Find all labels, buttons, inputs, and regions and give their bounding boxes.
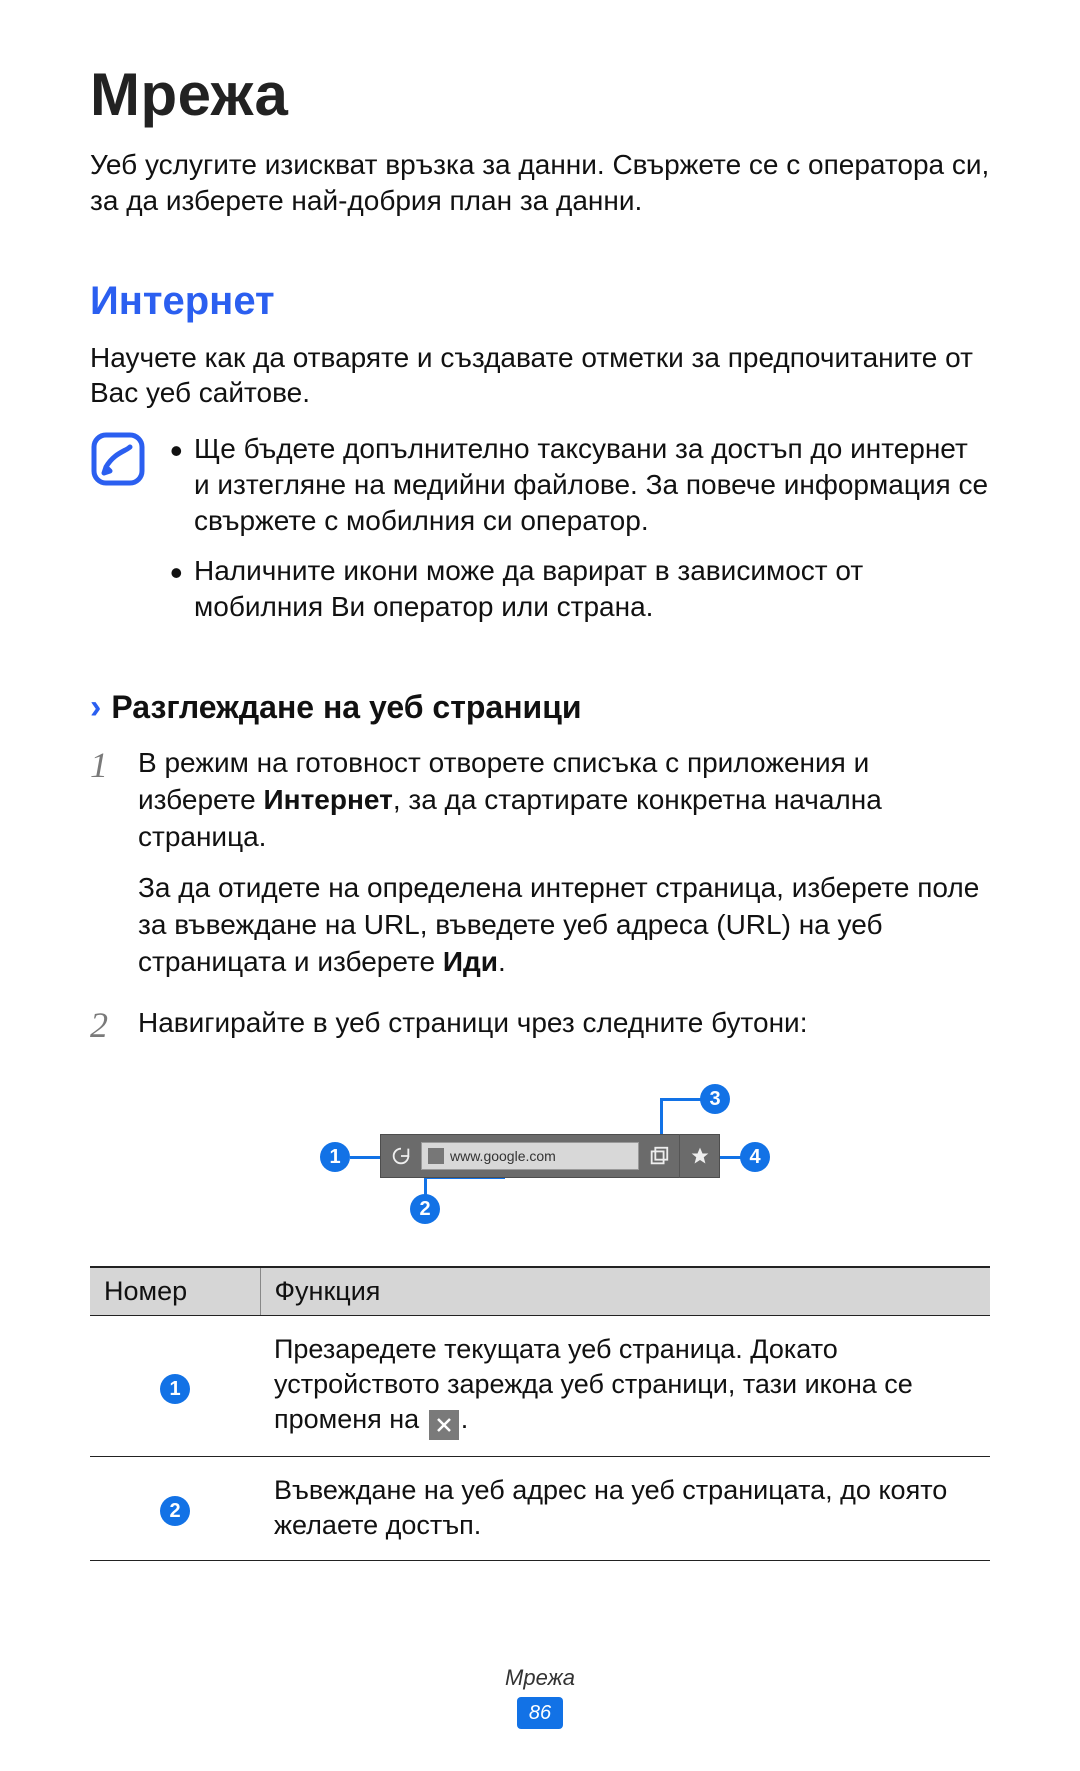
browser-toolbar: www.google.com: [380, 1134, 720, 1178]
footer-title: Мрежа: [505, 1665, 575, 1691]
favicon-icon: [428, 1148, 444, 1164]
table-row: 2 Въвеждане на уеб адрес на уеб страница…: [90, 1457, 990, 1560]
step-text: За да отидете на определена интернет стр…: [138, 870, 990, 981]
note-item: Ще бъдете допълнително таксувани за дост…: [164, 431, 990, 538]
table-header-function: Функция: [260, 1267, 990, 1316]
refresh-icon: [381, 1134, 421, 1178]
callout-badge-2: 2: [410, 1194, 440, 1224]
windows-icon: [639, 1134, 679, 1178]
page-title: Мрежа: [90, 60, 990, 129]
note-block: Ще бъдете допълнително таксувани за дост…: [90, 431, 990, 638]
table-header-number: Номер: [90, 1267, 260, 1316]
note-item: Наличните икони може да варират в зависи…: [164, 553, 990, 625]
row-badge: 2: [160, 1496, 190, 1526]
intro-text: Уеб услугите изискват връзка за данни. С…: [90, 147, 990, 219]
step-number: 2: [90, 1005, 116, 1056]
row-badge: 1: [160, 1374, 190, 1404]
page-number-badge: 86: [517, 1697, 563, 1729]
browser-bar-diagram: 1 2 3 4 www.google.com: [280, 1084, 800, 1224]
url-text: www.google.com: [450, 1148, 556, 1164]
row-text: Въвеждане на уеб адрес на уеб страницата…: [260, 1457, 990, 1560]
section-heading-internet: Интернет: [90, 279, 990, 324]
section-lead: Научете как да отваряте и създавате отме…: [90, 340, 990, 412]
note-icon: [90, 431, 146, 487]
callout-badge-1: 1: [320, 1142, 350, 1172]
step-number: 1: [90, 745, 116, 995]
callout-badge-4: 4: [740, 1142, 770, 1172]
callout-badge-3: 3: [700, 1084, 730, 1114]
star-icon: [679, 1134, 719, 1178]
chevron-icon: ›: [90, 688, 101, 727]
functions-table: Номер Функция 1 Презаредете текущата уеб…: [90, 1266, 990, 1560]
row-text: Презаредете текущата уеб страница. Докат…: [260, 1316, 990, 1457]
step-2: 2 Навигирайте в уеб страници чрез следни…: [90, 1005, 990, 1056]
step-text: Навигирайте в уеб страници чрез следните…: [138, 1005, 807, 1042]
subsection-heading: Разглеждане на уеб страници: [111, 689, 581, 726]
step-text: В режим на готовност отворете списъка с …: [138, 745, 990, 856]
url-field: www.google.com: [421, 1142, 639, 1170]
step-1: 1 В режим на готовност отворете списъка …: [90, 745, 990, 995]
page-footer: Мрежа 86: [0, 1665, 1080, 1729]
cancel-icon: [429, 1410, 459, 1440]
table-row: 1 Презаредете текущата уеб страница. Док…: [90, 1316, 990, 1457]
